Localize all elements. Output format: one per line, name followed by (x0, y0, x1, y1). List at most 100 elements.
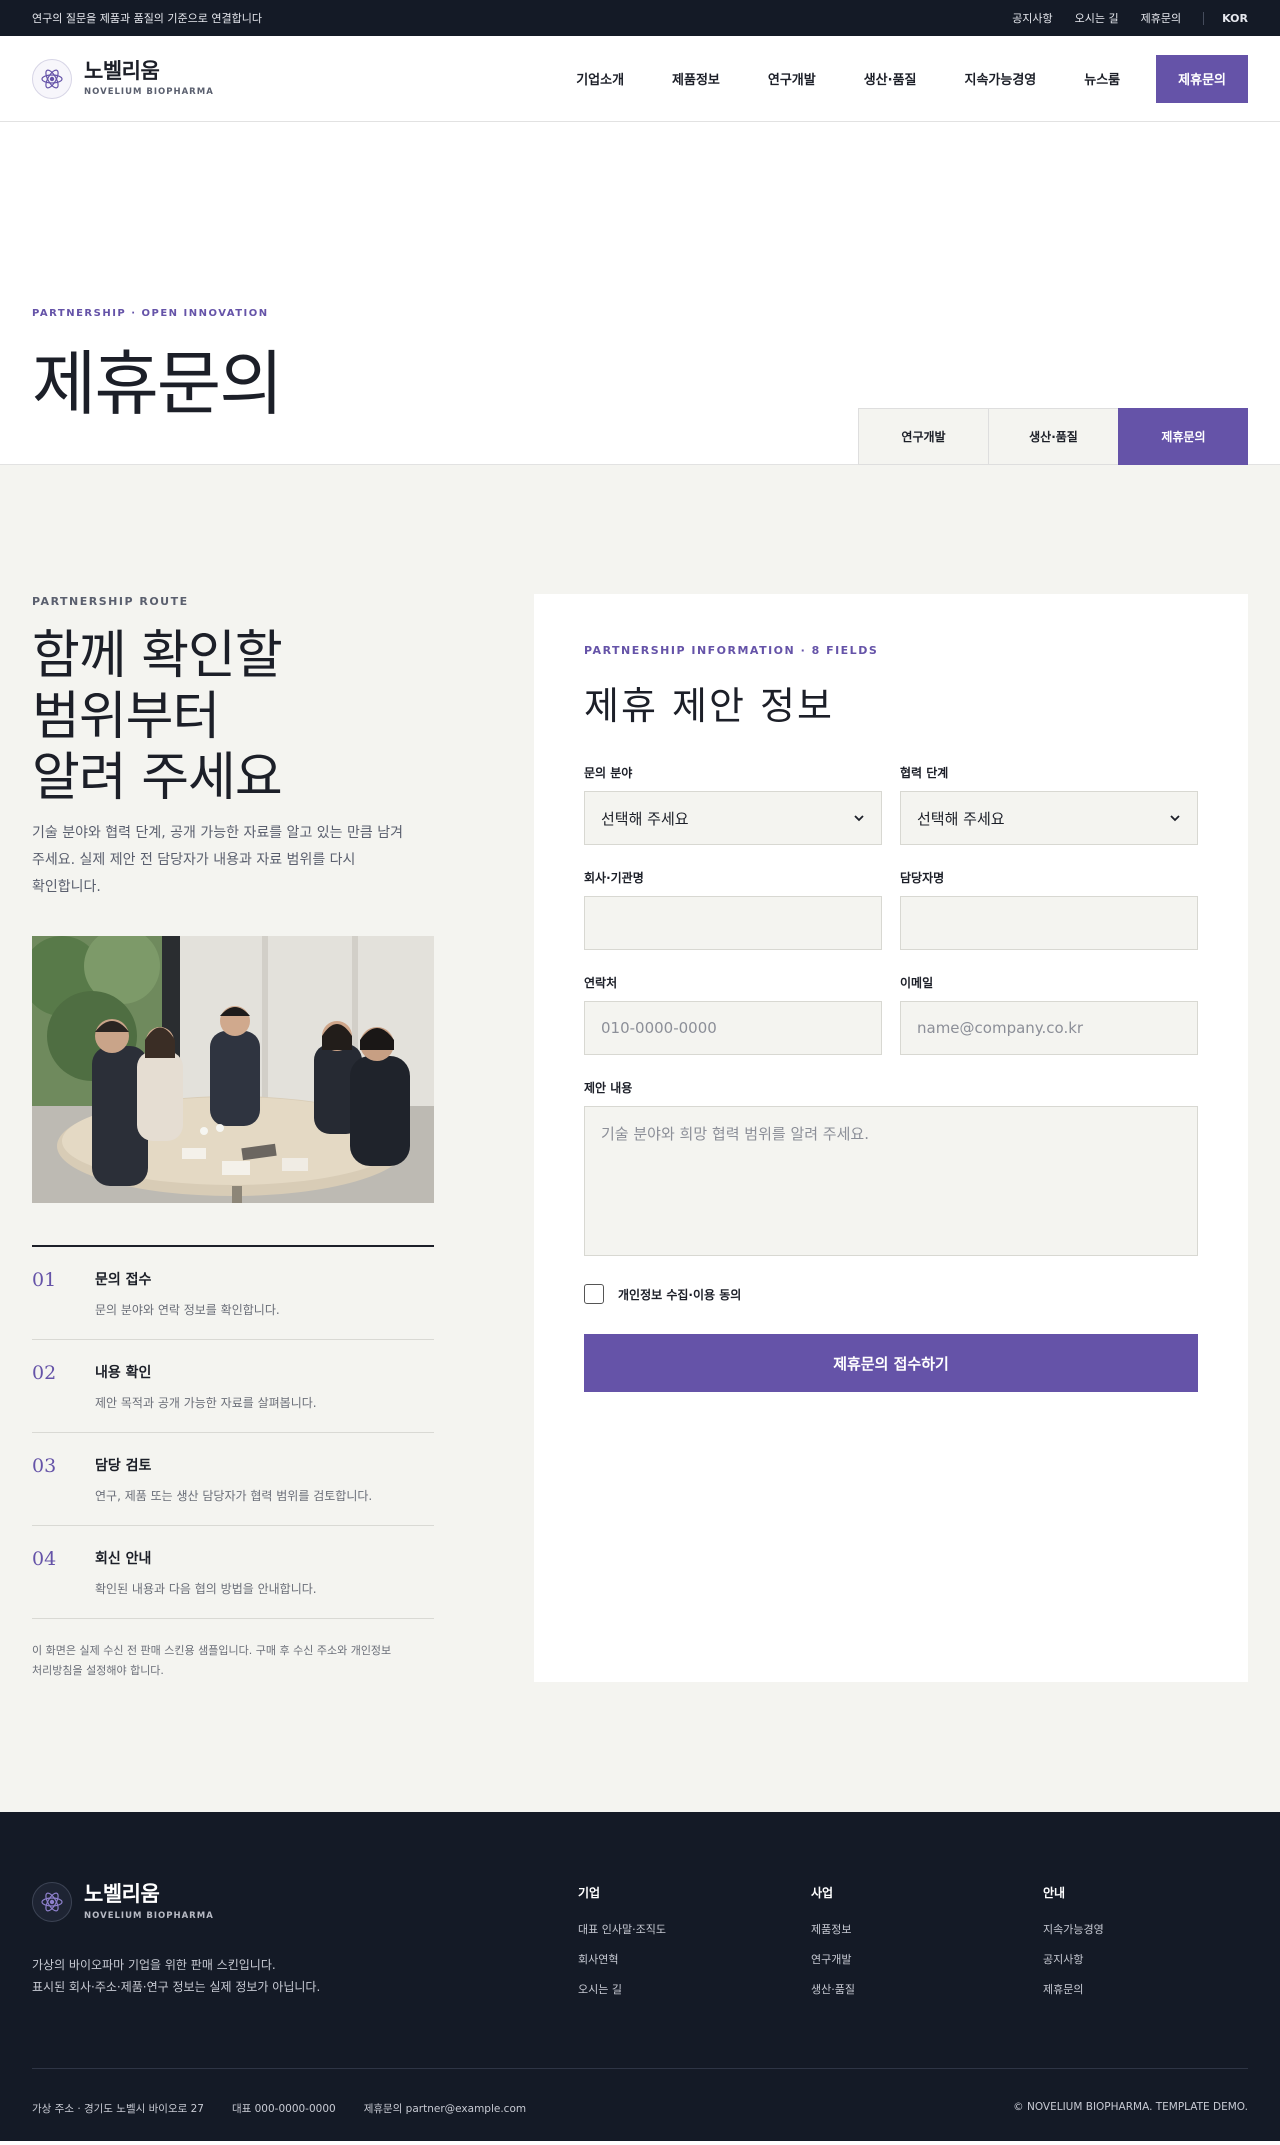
category-select[interactable]: 선택해 주세요 (584, 791, 882, 845)
footer-link[interactable]: 대표 인사말·조직도 (578, 1921, 666, 1937)
page-title: 제휴문의 (32, 343, 284, 425)
site-footer: 노벨리움 NOVELIUM BIOPHARMA 가상의 바이오파마 기업을 위한… (0, 1812, 1280, 2141)
email-input[interactable]: name@company.co.kr (900, 1001, 1198, 1055)
step-text: 연구, 제품 또는 생산 담당자가 협력 범위를 검토합니다. (95, 1489, 373, 1504)
hero-eyebrow: PARTNERSHIP · OPEN INNOVATION (32, 308, 269, 319)
nav-products[interactable]: 제품정보 (648, 69, 744, 88)
link-partnership[interactable]: 제휴문의 (1141, 10, 1181, 26)
sub-navigation: 연구개발 생산·품질 제휴문의 (858, 408, 1248, 465)
meeting-photo (32, 936, 434, 1204)
footer-link[interactable]: 생산·품질 (811, 1981, 855, 1997)
footer-link[interactable]: 제품정보 (811, 1921, 855, 1937)
main-section: PARTNERSHIP ROUTE 함께 확인할 범위부터 알려 주세요 기술 … (0, 465, 1280, 1812)
category-label: 문의 분야 (584, 766, 633, 780)
footer-description: 가상의 바이오파마 기업을 위한 판매 스킨입니다. 표시된 회사·주소·제품·… (32, 1958, 321, 1995)
category-value: 선택해 주세요 (601, 809, 689, 828)
chevron-down-icon (854, 815, 864, 822)
field-stage: 협력 단계 선택해 주세요 (900, 764, 1198, 845)
stage-select[interactable]: 선택해 주세요 (900, 791, 1198, 845)
message-textarea[interactable]: 기술 분야와 희망 협력 범위를 알려 주세요. (584, 1106, 1198, 1256)
step-text: 제안 목적과 공개 가능한 자료를 살펴봅니다. (95, 1396, 317, 1411)
step-title: 내용 확인 (95, 1365, 152, 1382)
subtab-partnership[interactable]: 제휴문의 (1118, 408, 1248, 465)
step-text: 문의 분야와 연락 정보를 확인합니다. (95, 1303, 280, 1318)
step-number: 02 (32, 1362, 57, 1385)
form-fields: 문의 분야 선택해 주세요 협력 단계 선택해 주세요 회사·기관명 담당자명 (584, 764, 1198, 1280)
link-notice[interactable]: 공지사항 (1012, 10, 1052, 26)
route-heading: 함께 확인할 범위부터 알려 주세요 (32, 626, 283, 808)
footer-column-company: 기업 대표 인사말·조직도 회사연혁 오시는 길 (578, 1884, 666, 2011)
footer-link[interactable]: 오시는 길 (578, 1981, 666, 1997)
site-header: 노벨리움 NOVELIUM BIOPHARMA 기업소개 제품정보 연구개발 생… (0, 36, 1280, 122)
footer-brand-subtitle: NOVELIUM BIOPHARMA (84, 1910, 214, 1921)
footer-column-title: 안내 (1043, 1886, 1066, 1900)
company-label: 회사·기관명 (584, 871, 644, 885)
nav-sustainability[interactable]: 지속가능경영 (941, 69, 1061, 88)
link-directions[interactable]: 오시는 길 (1075, 10, 1119, 26)
footer-brand-name: 노벨리움 (84, 1882, 160, 1907)
tagline: 연구의 질문을 제품과 품질의 기준으로 연결합니다 (32, 12, 263, 25)
field-manager: 담당자명 (900, 869, 1198, 950)
footer-brand[interactable]: 노벨리움 NOVELIUM BIOPHARMA (32, 1882, 214, 1922)
step-number: 01 (32, 1269, 57, 1292)
footer-link[interactable]: 연구개발 (811, 1951, 855, 1967)
top-utility-bar: 연구의 질문을 제품과 품질의 기준으로 연결합니다 공지사항 오시는 길 제휴… (0, 0, 1280, 36)
field-email: 이메일 name@company.co.kr (900, 974, 1198, 1055)
subtab-production[interactable]: 생산·품질 (988, 408, 1118, 465)
footer-link[interactable]: 제휴문의 (1043, 1981, 1104, 1997)
stage-value: 선택해 주세요 (917, 809, 1005, 828)
footer-column-title: 사업 (811, 1886, 834, 1900)
step-number: 03 (32, 1455, 57, 1478)
step-item: 03 담당 검토 연구, 제품 또는 생산 담당자가 협력 범위를 검토합니다. (32, 1433, 434, 1527)
company-input[interactable] (584, 896, 882, 950)
manager-input[interactable] (900, 896, 1198, 950)
language-selector[interactable]: KOR (1203, 11, 1248, 25)
email-label: 이메일 (900, 976, 934, 990)
footer-column-title: 기업 (578, 1886, 601, 1900)
footer-bottom: 가상 주소 · 경기도 노벨시 바이오로 27 대표 000-0000-0000… (32, 2101, 1248, 2116)
brand-subtitle: NOVELIUM BIOPHARMA (84, 87, 214, 98)
footer-column-business: 사업 제품정보 연구개발 생산·품질 (811, 1884, 855, 2011)
footer-phone: 대표 000-0000-0000 (231, 2103, 336, 2115)
phone-input[interactable]: 010-0000-0000 (584, 1001, 882, 1055)
footer-email[interactable]: 제휴문의 partner@example.com (364, 2101, 526, 2116)
submit-button[interactable]: 제휴문의 접수하기 (584, 1334, 1198, 1392)
step-item: 02 내용 확인 제안 목적과 공개 가능한 자료를 살펴봅니다. (32, 1340, 434, 1434)
consent-checkbox[interactable] (584, 1284, 604, 1304)
subtab-research[interactable]: 연구개발 (858, 408, 988, 465)
nav-partnership-button[interactable]: 제휴문의 (1156, 54, 1248, 103)
field-category: 문의 분야 선택해 주세요 (584, 764, 882, 845)
privacy-consent: 개인정보 수집·이용 동의 (584, 1284, 1198, 1304)
footer-link[interactable]: 공지사항 (1043, 1951, 1104, 1967)
step-item: 01 문의 접수 문의 분야와 연락 정보를 확인합니다. (32, 1247, 434, 1341)
step-title: 담당 검토 (95, 1458, 152, 1475)
copyright: © NOVELIUM BIOPHARMA. TEMPLATE DEMO. (1013, 2101, 1248, 2113)
nav-production[interactable]: 생산·품질 (840, 69, 941, 88)
footer-divider (32, 2068, 1248, 2069)
page-hero: PARTNERSHIP · OPEN INNOVATION 제휴문의 연구개발 … (0, 122, 1280, 465)
route-eyebrow: PARTNERSHIP ROUTE (32, 595, 189, 608)
consent-label: 개인정보 수집·이용 동의 (618, 1287, 742, 1302)
footer-column-info: 안내 지속가능경영 공지사항 제휴문의 (1043, 1884, 1104, 2011)
manager-label: 담당자명 (900, 871, 945, 885)
nav-newsroom[interactable]: 뉴스룸 (1060, 69, 1144, 88)
chevron-down-icon (1170, 815, 1180, 822)
form-title: 제휴 제안 정보 (584, 684, 834, 728)
atom-logo-icon (32, 58, 72, 99)
route-description: 기술 분야와 협력 단계, 공개 가능한 자료를 알고 있는 만큼 남겨 주세요… (32, 825, 403, 895)
process-steps: 01 문의 접수 문의 분야와 연락 정보를 확인합니다. 02 내용 확인 제… (32, 1245, 434, 1620)
footer-address: 가상 주소 · 경기도 노벨시 바이오로 27 (32, 2103, 204, 2115)
footer-link[interactable]: 회사연혁 (578, 1951, 666, 1967)
utility-links: 공지사항 오시는 길 제휴문의 KOR (1012, 10, 1248, 26)
step-text: 확인된 내용과 다음 협의 방법을 안내합니다. (95, 1582, 317, 1597)
field-message: 제안 내용 기술 분야와 희망 협력 범위를 알려 주세요. (584, 1079, 1198, 1256)
field-company: 회사·기관명 (584, 869, 882, 950)
step-number: 04 (32, 1548, 57, 1571)
footer-link[interactable]: 지속가능경영 (1043, 1921, 1104, 1937)
main-nav: 기업소개 제품정보 연구개발 생산·품질 지속가능경영 뉴스룸 제휴문의 (552, 54, 1248, 103)
nav-research[interactable]: 연구개발 (744, 69, 840, 88)
atom-logo-icon (32, 1882, 72, 1922)
step-title: 문의 접수 (95, 1272, 152, 1289)
nav-about[interactable]: 기업소개 (552, 69, 648, 88)
brand-logo[interactable]: 노벨리움 NOVELIUM BIOPHARMA (32, 58, 214, 99)
